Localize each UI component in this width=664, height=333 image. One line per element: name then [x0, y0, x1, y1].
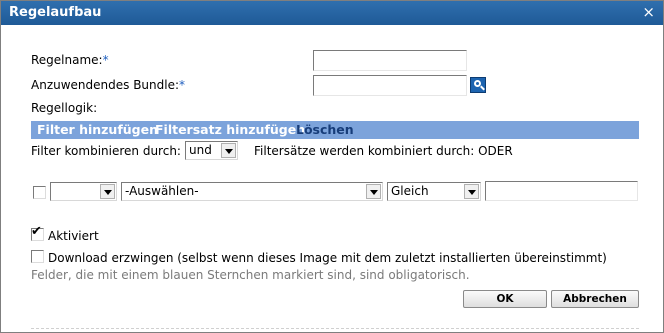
filter-combine-select[interactable]: und: [185, 141, 238, 160]
bundle-label: Anzuwendendes Bundle:*: [31, 78, 185, 92]
force-download-checkbox[interactable]: [31, 250, 44, 263]
condition-select[interactable]: -Auswählen-: [121, 182, 383, 201]
rule-name-label-text: Regelname:: [31, 53, 103, 67]
bundle-input[interactable]: [313, 75, 467, 96]
required-asterisk: *: [179, 78, 186, 92]
operator-select[interactable]: Gleich: [387, 182, 481, 201]
required-asterisk: *: [102, 53, 109, 67]
filter-type-select[interactable]: [50, 182, 117, 201]
enabled-label: Aktiviert: [48, 229, 99, 243]
chevron-down-icon: [366, 184, 381, 199]
rule-name-input[interactable]: [313, 50, 467, 71]
magnifier-handle: [480, 85, 485, 91]
bundle-label-text: Anzuwendendes Bundle:: [31, 78, 180, 92]
filter-row-checkbox[interactable]: [33, 186, 46, 199]
add-filter-set-link[interactable]: Filtersatz hinzufügen: [155, 122, 305, 137]
ok-button[interactable]: OK: [463, 290, 547, 308]
filter-value-input[interactable]: [485, 181, 638, 201]
force-download-label: Download erzwingen (selbst wenn dieses I…: [48, 251, 607, 265]
filter-combine-value: und: [189, 143, 212, 157]
operator-value: Gleich: [391, 184, 429, 198]
rule-logic-toolbar: Filter hinzufügen Filtersatz hinzufügen …: [31, 121, 639, 139]
enabled-checkbox[interactable]: ✔: [31, 224, 44, 241]
delete-link[interactable]: Löschen: [296, 122, 354, 137]
rule-builder-dialog: Regelaufbau × Regelname:* Anzuwendendes …: [0, 0, 664, 333]
title-bar: Regelaufbau ×: [1, 1, 663, 25]
cancel-button[interactable]: Abbrechen: [551, 290, 639, 308]
divider: [31, 328, 639, 329]
required-fields-note: Felder, die mit einem blauen Sternchen m…: [31, 268, 470, 282]
close-icon[interactable]: ×: [642, 3, 655, 21]
chevron-down-icon: [100, 184, 115, 199]
checkmark-icon: ✔: [31, 224, 42, 239]
rule-logic-label: Regellogik:: [31, 101, 98, 115]
filter-sets-combine-text: Filtersätze werden kombiniert durch: ODE…: [254, 144, 513, 158]
chevron-down-icon: [221, 143, 236, 158]
chevron-down-icon: [464, 184, 479, 199]
dialog-title: Regelaufbau: [9, 5, 102, 20]
add-filter-link[interactable]: Filter hinzufügen: [37, 122, 158, 137]
search-icon[interactable]: [470, 77, 486, 93]
condition-value: -Auswählen-: [125, 184, 199, 198]
rule-name-label: Regelname:*: [31, 53, 109, 67]
filter-combine-label: Filter kombinieren durch:: [31, 144, 181, 158]
